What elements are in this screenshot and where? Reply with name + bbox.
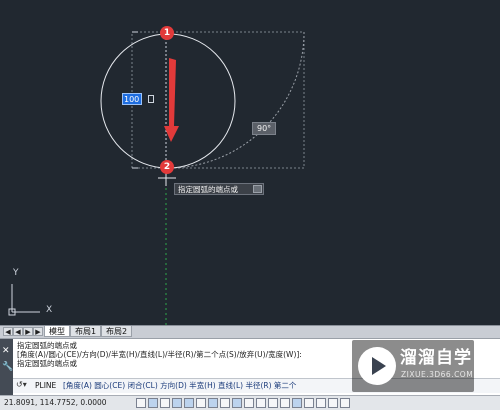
tab-layout2[interactable]: 布局2	[101, 326, 133, 337]
lineweight-icon[interactable]	[244, 398, 254, 408]
tab-nav-first[interactable]: ◀	[3, 327, 13, 336]
selection-bounds	[131, 31, 305, 169]
quick-properties-icon[interactable]	[268, 398, 278, 408]
selection-cycling-icon[interactable]	[280, 398, 290, 408]
command-prompt-icon: ↺▾	[16, 380, 27, 389]
dynamic-input-lock-icon	[148, 95, 154, 103]
command-window-gutter: ✕ 🔧	[0, 339, 13, 396]
quick-view-drawings-icon[interactable]	[328, 398, 338, 408]
angle-tooltip: 90°	[252, 122, 277, 135]
transparency-icon[interactable]	[256, 398, 266, 408]
tab-layout1[interactable]: 布局1	[70, 326, 102, 337]
drawing-svg	[8, 30, 305, 325]
dynamic-input-icon[interactable]	[232, 398, 242, 408]
watermark-title: 溜溜自学	[400, 348, 472, 368]
object-snap-tracking-icon[interactable]	[208, 398, 218, 408]
drawing-canvas[interactable]: 1 2 100 90° 指定圆弧的端点或 Y X	[0, 0, 500, 325]
coordinate-readout: 21.8091, 114.7752, 0.0000	[4, 398, 107, 407]
command-history-line: [角度(A)/圆心(CE)/方向(D)/半宽(H)/直线(L)/半径(R)/第二…	[17, 350, 302, 359]
ucs-x-label: X	[46, 305, 53, 315]
layout-tab-bar: ◀ ◀ ▶ ▶ 模型 布局1 布局2	[0, 325, 500, 338]
tab-nav-prev[interactable]: ◀	[13, 327, 23, 336]
model-space-icon[interactable]	[304, 398, 314, 408]
command-history-line: 指定圆弧的端点或	[17, 341, 77, 350]
command-name: PLINE	[35, 381, 57, 390]
polar-tracking-icon[interactable]	[172, 398, 182, 408]
ortho-mode-icon[interactable]	[160, 398, 170, 408]
dynamic-ucs-icon[interactable]	[220, 398, 230, 408]
status-bar: 21.8091, 114.7752, 0.0000	[0, 395, 500, 410]
annotation-monitor-icon[interactable]	[292, 398, 302, 408]
quick-view-layouts-icon[interactable]	[316, 398, 326, 408]
command-history-line: 指定圆弧的端点或	[17, 359, 77, 368]
close-icon[interactable]: ✕	[2, 347, 10, 356]
tab-nav-next[interactable]: ▶	[23, 327, 33, 336]
object-snap-icon[interactable]	[184, 398, 194, 408]
grid-display-icon[interactable]	[148, 398, 158, 408]
point-marker-1: 1	[160, 26, 174, 40]
watermark: 溜溜自学 ZIXUE.3D66.COM	[352, 340, 474, 392]
prompt-options-dropdown-icon[interactable]	[253, 185, 262, 193]
3d-object-snap-icon[interactable]	[196, 398, 206, 408]
angle-arc	[167, 31, 305, 169]
command-prompt-tooltip: 指定圆弧的端点或	[174, 183, 264, 195]
play-logo-icon	[358, 347, 396, 385]
pan-icon[interactable]	[340, 398, 350, 408]
ucs-y-label: Y	[13, 268, 19, 278]
watermark-subtitle: ZIXUE.3D66.COM	[401, 370, 474, 379]
tab-nav-last[interactable]: ▶	[33, 327, 43, 336]
wrench-icon[interactable]: 🔧	[2, 363, 13, 372]
tab-model[interactable]: 模型	[44, 326, 70, 337]
point-marker-2: 2	[160, 160, 174, 174]
command-options[interactable]: [角度(A) 圆心(CE) 闭合(CL) 方向(D) 半宽(H) 直线(L) 半…	[63, 381, 296, 391]
snap-mode-icon[interactable]	[136, 398, 146, 408]
dynamic-input-field[interactable]: 100	[122, 93, 142, 105]
